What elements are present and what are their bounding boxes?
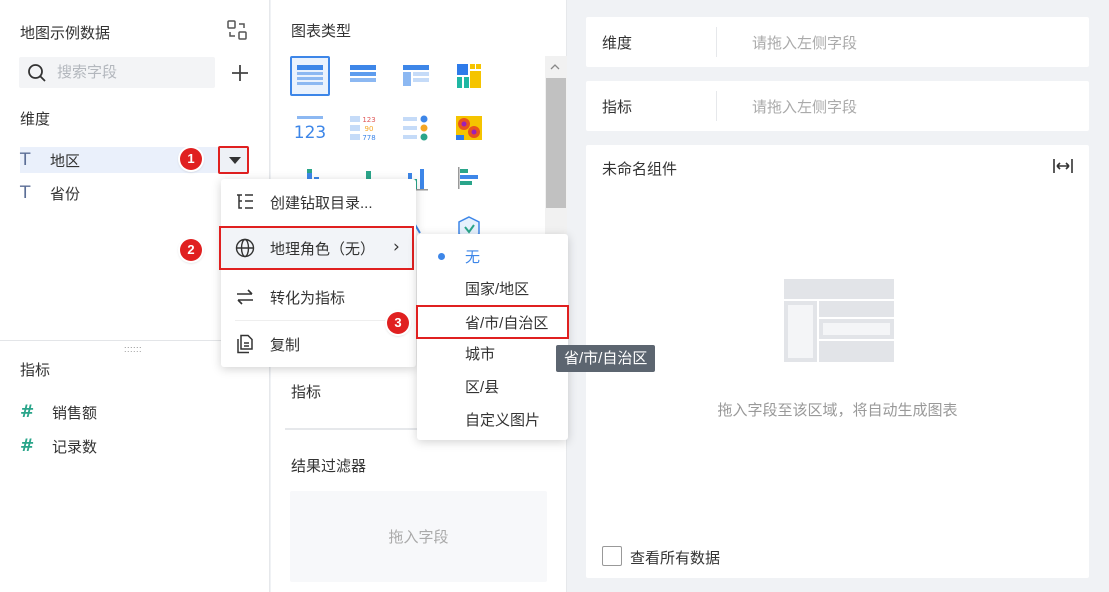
result-filter-heading: 结果过滤器 <box>291 458 367 475</box>
copy-icon <box>237 334 253 354</box>
slot-placeholder: 请拖入左侧字段 <box>752 99 858 116</box>
metric-field-sales[interactable]: # 销售额 <box>20 399 97 425</box>
svg-text:123: 123 <box>295 123 325 142</box>
grouped-table-icon[interactable] <box>343 56 383 96</box>
slot-label: 维度 <box>602 35 633 52</box>
svg-text:90: 90 <box>365 125 374 133</box>
field-dropdown-button[interactable] <box>218 146 249 174</box>
field-context-menu: 创建钻取目录... 地理角色（无） › 转化为指标 复制 <box>219 179 416 367</box>
scroll-up-icon[interactable] <box>550 62 560 72</box>
dataset-title: 地图示例数据 <box>20 25 111 42</box>
chart-widget[interactable]: 未命名组件 拖入字段至该区域，将自动生成图表 查看所有数据 <box>586 145 1089 578</box>
field-label: 记录数 <box>52 438 98 456</box>
drill-tree-icon <box>237 194 253 209</box>
horizontal-bar-icon[interactable] <box>449 158 489 198</box>
geo-option-label: 国家/地区 <box>465 281 530 298</box>
geo-option-district[interactable]: 区/县 <box>417 369 568 402</box>
cross-table-icon[interactable] <box>396 56 436 96</box>
menu-item-copy[interactable]: 复制 <box>221 322 416 366</box>
kpi-number-icon[interactable]: 123 <box>290 108 330 148</box>
svg-text:123: 123 <box>362 116 375 124</box>
widget-title[interactable]: 未命名组件 <box>602 158 677 179</box>
geo-option-label: 省/市/自治区 <box>465 315 549 332</box>
geo-option-city[interactable]: 城市 <box>417 336 568 369</box>
expand-width-icon[interactable] <box>1052 157 1074 175</box>
geo-option-label: 自定义图片 <box>465 412 541 429</box>
filter-drop-zone[interactable]: 拖入字段 <box>290 491 547 582</box>
scrollbar-thumb[interactable] <box>546 78 566 208</box>
menu-divider <box>235 320 405 321</box>
geo-role-submenu: 无 国家/地区 省/市/自治区 城市 区/县 自定义图片 <box>416 234 569 440</box>
geo-option-label: 城市 <box>465 346 496 363</box>
metric-field-count[interactable]: # 记录数 <box>20 433 97 459</box>
detail-table-icon[interactable] <box>290 56 330 96</box>
metrics-heading: 指标 <box>20 362 51 379</box>
svg-text:778: 778 <box>362 134 375 142</box>
metric-section-label: 指标 <box>291 384 322 401</box>
add-field-icon[interactable] <box>229 62 251 84</box>
search-icon <box>28 64 46 82</box>
step-badge-2: 2 <box>180 239 202 261</box>
field-search <box>19 57 215 88</box>
calculated-number-icon: # <box>20 436 35 456</box>
text-type-icon: T <box>20 150 31 170</box>
view-all-checkbox[interactable] <box>602 546 622 566</box>
menu-item-label: 转化为指标 <box>270 290 346 307</box>
dimension-slot[interactable]: 维度 请拖入左侧字段 <box>586 17 1089 67</box>
field-label: 省份 <box>50 185 81 203</box>
text-type-icon: T <box>20 183 31 203</box>
chevron-right-icon: › <box>393 237 400 257</box>
step-badge-1: 1 <box>180 148 202 170</box>
field-label: 销售额 <box>52 404 98 422</box>
slot-separator <box>716 27 717 57</box>
field-label: 地区 <box>50 152 81 170</box>
color-block-icon[interactable] <box>449 56 489 96</box>
swap-icon <box>237 289 253 305</box>
heatmap-icon[interactable] <box>449 108 489 148</box>
geo-option-country[interactable]: 国家/地区 <box>417 271 568 304</box>
chart-type-heading: 图表类型 <box>291 23 352 40</box>
search-input[interactable] <box>57 61 207 83</box>
slot-label: 指标 <box>602 99 633 116</box>
view-all-label[interactable]: 查看所有数据 <box>630 547 720 568</box>
menu-item-convert-metric[interactable]: 转化为指标 <box>221 275 416 319</box>
slot-separator <box>716 91 717 121</box>
menu-item-geo-role[interactable]: 地理角色（无） › <box>219 226 414 270</box>
menu-item-label: 创建钻取目录... <box>270 195 373 212</box>
globe-icon <box>235 238 255 258</box>
kpi-list-icon[interactable] <box>396 108 436 148</box>
slot-placeholder: 请拖入左侧字段 <box>752 35 858 52</box>
menu-item-label: 复制 <box>270 337 301 354</box>
dimensions-heading: 维度 <box>20 111 51 128</box>
selected-dot-icon <box>438 253 445 260</box>
geo-option-none[interactable]: 无 <box>417 239 568 272</box>
empty-hint: 拖入字段至该区域，将自动生成图表 <box>717 402 958 419</box>
canvas-area: 维度 请拖入左侧字段 指标 请拖入左侧字段 未命名组件 拖入字段至该区域，将自动… <box>568 0 1109 592</box>
step-badge-3: 3 <box>387 312 409 334</box>
switch-dataset-icon[interactable] <box>226 19 248 41</box>
geo-option-label: 区/县 <box>465 379 500 396</box>
menu-item-create-drill[interactable]: 创建钻取目录... <box>221 180 416 224</box>
menu-item-label: 地理角色（无） <box>270 241 376 258</box>
kpi-card-icon[interactable]: 123 90 778 <box>343 108 383 148</box>
metric-slot[interactable]: 指标 请拖入左侧字段 <box>586 81 1089 131</box>
geo-option-province[interactable]: 省/市/自治区 <box>416 305 569 339</box>
empty-table-placeholder-icon <box>784 279 894 362</box>
geo-option-custom-image[interactable]: 自定义图片 <box>417 402 568 435</box>
geo-option-label: 无 <box>465 249 481 266</box>
drag-grip-icon[interactable]: :::::: <box>124 344 142 354</box>
dimension-field-province[interactable]: T 省份 <box>20 180 80 206</box>
number-type-icon: # <box>20 402 35 422</box>
option-tooltip: 省/市/自治区 <box>556 345 656 372</box>
